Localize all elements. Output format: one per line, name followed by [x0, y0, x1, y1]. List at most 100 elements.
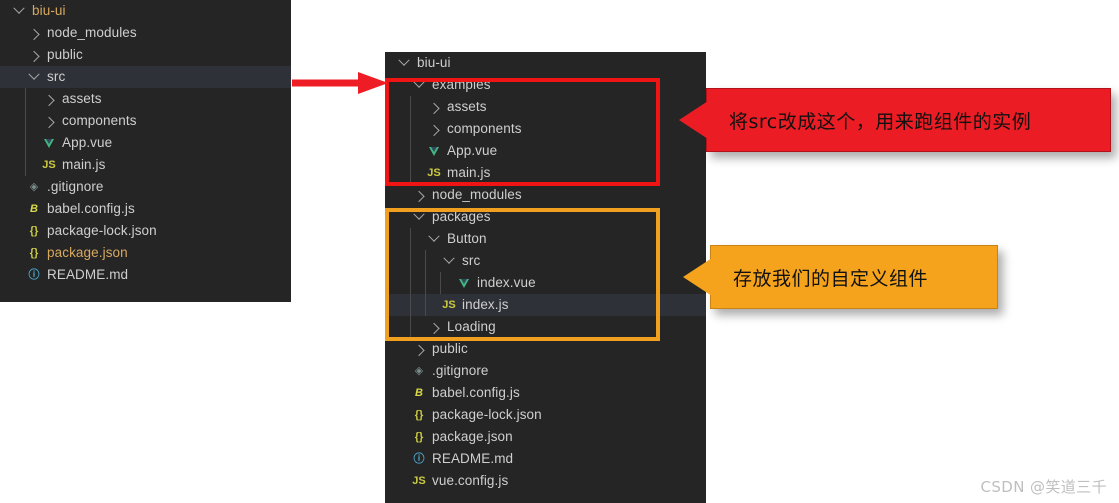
- tree-row-label: Button: [447, 231, 487, 246]
- tree-row-label: components: [447, 121, 522, 136]
- chevron-down-icon[interactable]: [395, 54, 413, 67]
- tree-row-label: .gitignore: [47, 179, 104, 194]
- tree-file-row[interactable]: ◈ .gitignore: [385, 360, 706, 382]
- chevron-right-icon[interactable]: [425, 322, 443, 335]
- js-file-icon: JS: [427, 167, 441, 179]
- chevron-right-icon[interactable]: [25, 50, 43, 63]
- tree-row-label: README.md: [47, 267, 129, 282]
- tree-folder-row[interactable]: node_modules: [385, 184, 706, 206]
- tree-row-label: packages: [432, 209, 491, 224]
- callout-orange-tail-icon: [683, 258, 712, 296]
- watermark: CSDN @笑道三千: [980, 478, 1107, 496]
- tree-row-label: index.vue: [477, 275, 536, 290]
- tree-row-label: README.md: [432, 451, 514, 466]
- tree-folder-row[interactable]: assets: [0, 88, 291, 110]
- tree-file-row[interactable]: {} package-lock.json: [0, 220, 291, 242]
- tree-row-label: assets: [447, 99, 487, 114]
- chevron-down-icon[interactable]: [25, 68, 43, 81]
- tree-row-label: public: [47, 47, 83, 62]
- chevron-down-icon[interactable]: [410, 208, 428, 221]
- tree-row-label: node_modules: [47, 25, 137, 40]
- json-file-icon: {}: [414, 431, 424, 443]
- tree-folder-row[interactable]: components: [385, 118, 706, 140]
- tree-folder-row[interactable]: public: [0, 44, 291, 66]
- markdown-file-icon: ⓘ: [28, 269, 40, 281]
- tree-file-row[interactable]: Bbabel.config.js: [0, 198, 291, 220]
- tree-row-label: babel.config.js: [432, 385, 520, 400]
- json-file-icon: {}: [29, 225, 39, 237]
- tree-folder-row[interactable]: src: [385, 250, 706, 272]
- markdown-file-icon: ⓘ: [413, 453, 425, 465]
- json-file-icon: {}: [29, 247, 39, 259]
- chevron-down-icon[interactable]: [10, 2, 28, 15]
- indent-guide: [410, 118, 411, 140]
- tree-row-label: package.json: [47, 245, 128, 260]
- js-file-icon: JS: [442, 299, 456, 311]
- chevron-right-icon[interactable]: [40, 94, 58, 107]
- tree-file-row[interactable]: JS main.js: [385, 162, 706, 184]
- tree-row-label: package-lock.json: [432, 407, 542, 422]
- indent-guide: [440, 272, 441, 294]
- indent-guide: [410, 316, 411, 338]
- tree-file-row[interactable]: Bbabel.config.js: [385, 382, 706, 404]
- tree-folder-row[interactable]: biu-ui: [385, 52, 706, 74]
- js-file-icon: JS: [42, 159, 56, 171]
- chevron-right-icon[interactable]: [425, 124, 443, 137]
- tree-row-label: node_modules: [432, 187, 522, 202]
- tree-folder-row[interactable]: Loading: [385, 316, 706, 338]
- chevron-right-icon[interactable]: [25, 28, 43, 41]
- tree-row-label: src: [462, 253, 481, 268]
- indent-guide: [25, 154, 26, 176]
- tree-file-row[interactable]: ◈ .gitignore: [0, 176, 291, 198]
- tree-file-row[interactable]: JS vue.config.js: [385, 470, 706, 492]
- indent-guide: [425, 272, 426, 294]
- tree-row-label: App.vue: [447, 143, 498, 158]
- tree-row-label: package.json: [432, 429, 513, 444]
- tree-folder-row[interactable]: public: [385, 338, 706, 360]
- tree-folder-row[interactable]: src: [0, 66, 291, 88]
- chevron-down-icon[interactable]: [410, 76, 428, 89]
- tree-folder-row[interactable]: Button: [385, 228, 706, 250]
- indent-guide: [410, 96, 411, 118]
- callout-red-tail-icon: [679, 101, 708, 139]
- indent-guide: [410, 294, 411, 316]
- chevron-down-icon[interactable]: [440, 252, 458, 265]
- tree-folder-row[interactable]: components: [0, 110, 291, 132]
- tree-file-row[interactable]: {} package.json: [385, 426, 706, 448]
- tree-row-label: Loading: [447, 319, 496, 334]
- tree-row-label: main.js: [62, 157, 106, 172]
- git-file-icon: ◈: [414, 365, 424, 377]
- tree-row-label: examples: [432, 77, 491, 92]
- callout-orange-text: 存放我们的自定义组件: [733, 267, 929, 290]
- tree-row-label: src: [47, 69, 66, 84]
- tree-row-label: biu-ui: [32, 3, 66, 18]
- tree-folder-row[interactable]: packages: [385, 206, 706, 228]
- tree-file-row[interactable]: {} package-lock.json: [385, 404, 706, 426]
- tree-row-label: App.vue: [62, 135, 113, 150]
- tree-file-row[interactable]: App.vue: [385, 140, 706, 162]
- indent-guide: [410, 250, 411, 272]
- git-file-icon: ◈: [29, 181, 39, 193]
- chevron-right-icon[interactable]: [410, 344, 428, 357]
- indent-guide: [425, 250, 426, 272]
- tree-row-label: public: [432, 341, 468, 356]
- chevron-right-icon[interactable]: [410, 190, 428, 203]
- tree-file-row[interactable]: {} package.json: [0, 242, 291, 264]
- chevron-down-icon[interactable]: [425, 230, 443, 243]
- tree-file-row[interactable]: JS index.js: [385, 294, 706, 316]
- tree-file-row[interactable]: ⓘ README.md: [385, 448, 706, 470]
- tree-folder-row[interactable]: node_modules: [0, 22, 291, 44]
- tree-folder-row[interactable]: assets: [385, 96, 706, 118]
- tree-file-row[interactable]: index.vue: [385, 272, 706, 294]
- tree-folder-row[interactable]: examples: [385, 74, 706, 96]
- callout-red: 将src改成这个，用来跑组件的实例: [679, 88, 1111, 152]
- tree-file-row[interactable]: ⓘ README.md: [0, 264, 291, 286]
- file-explorer-before[interactable]: biu-ui node_modulespublic src assets compone…: [0, 0, 291, 302]
- tree-file-row[interactable]: JS main.js: [0, 154, 291, 176]
- chevron-right-icon[interactable]: [40, 116, 58, 129]
- chevron-right-icon[interactable]: [425, 102, 443, 115]
- file-explorer-after[interactable]: biu-ui examples assets components App.vue JS m…: [385, 52, 706, 503]
- tree-folder-row[interactable]: biu-ui: [0, 0, 291, 22]
- indent-guide: [410, 272, 411, 294]
- tree-file-row[interactable]: App.vue: [0, 132, 291, 154]
